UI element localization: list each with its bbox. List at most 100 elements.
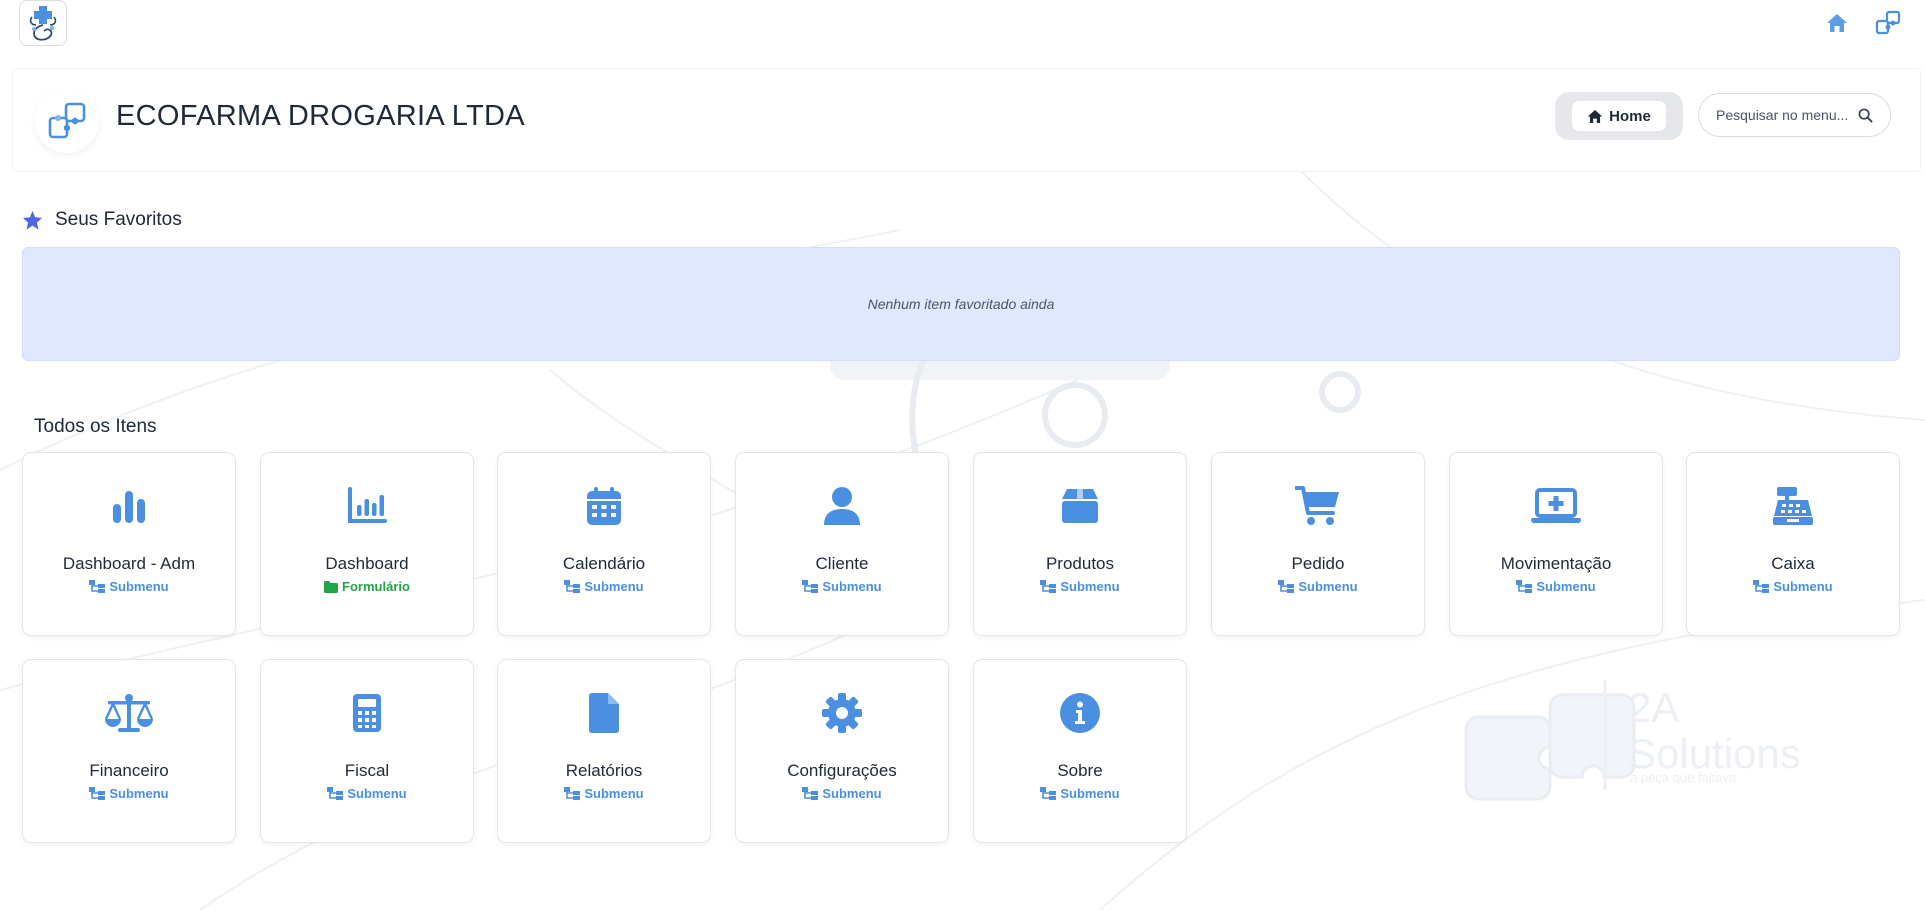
- user-icon: [736, 483, 948, 529]
- card-title: Movimentação: [1500, 554, 1612, 573]
- card-subtitle: Submenu: [974, 786, 1186, 801]
- sitemap-icon: [802, 580, 819, 593]
- puzzle-icon: [35, 89, 99, 153]
- card-type-label: Submenu: [584, 579, 644, 594]
- card-type-label: Submenu: [584, 786, 644, 801]
- card-title: Financeiro: [89, 761, 169, 780]
- card-title: Relatórios: [565, 761, 643, 780]
- home-icon: [1587, 109, 1603, 123]
- watermark-brand: 2A: [1628, 684, 1679, 731]
- sitemap-icon: [1516, 580, 1533, 593]
- menu-card-pedido[interactable]: Pedido Submenu: [1211, 452, 1425, 636]
- puzzle-icon[interactable]: [1875, 10, 1901, 36]
- card-type-label: Submenu: [822, 579, 882, 594]
- menu-card-dashboard-adm[interactable]: Dashboard - Adm Submenu: [22, 452, 236, 636]
- info-icon: [974, 690, 1186, 736]
- card-subtitle: Submenu: [498, 786, 710, 801]
- menu-card-relatorios[interactable]: Relatórios Submenu: [497, 659, 711, 843]
- file-icon: [498, 690, 710, 736]
- scale-icon: [23, 690, 235, 736]
- card-title: Configurações: [787, 761, 897, 780]
- menu-card-movimentacao[interactable]: Movimentação Submenu: [1449, 452, 1663, 636]
- search-input[interactable]: [1714, 106, 1858, 124]
- card-type-label: Submenu: [1536, 579, 1596, 594]
- watermark-brand-sub: Solutions: [1628, 730, 1801, 777]
- card-type-label: Formulário: [342, 579, 410, 594]
- page-title: ECOFARMA DROGARIA LTDA: [116, 100, 525, 132]
- laptop-medical-icon: [1450, 483, 1662, 529]
- card-title: Cliente: [815, 554, 869, 573]
- sitemap-icon: [1040, 787, 1057, 800]
- card-title: Calendário: [562, 554, 646, 573]
- breadcrumb: Home: [1555, 92, 1683, 140]
- calculator-icon: [261, 690, 473, 736]
- search-icon[interactable]: [1858, 108, 1873, 123]
- search-box: [1698, 93, 1891, 137]
- watermark-tagline: a peça que faltava: [1630, 770, 1737, 785]
- cash-register-icon: [1687, 483, 1899, 529]
- folder-icon: [324, 580, 339, 593]
- card-title: Sobre: [1057, 761, 1103, 780]
- sitemap-icon: [89, 580, 106, 593]
- card-title: Produtos: [1045, 554, 1115, 573]
- card-title: Caixa: [1771, 554, 1815, 573]
- calendar-icon: [498, 483, 710, 529]
- card-type-label: Submenu: [1060, 579, 1120, 594]
- card-title: Dashboard - Adm: [62, 554, 196, 573]
- card-subtitle: Submenu: [1450, 579, 1662, 594]
- sitemap-icon: [327, 787, 344, 800]
- card-subtitle: Submenu: [261, 786, 473, 801]
- page-header: ECOFARMA DROGARIA LTDA Home: [12, 68, 1921, 172]
- favorites-title: Seus Favoritos: [55, 209, 182, 230]
- menu-card-fiscal[interactable]: Fiscal Submenu: [260, 659, 474, 843]
- card-subtitle: Submenu: [974, 579, 1186, 594]
- all-items-title: Todos os Itens: [34, 416, 157, 437]
- sitemap-icon: [89, 787, 106, 800]
- box-icon: [974, 483, 1186, 529]
- star-icon: [22, 210, 43, 230]
- favorites-empty-message: Nenhum item favoritado ainda: [867, 296, 1055, 312]
- card-subtitle: Submenu: [1687, 579, 1899, 594]
- menu-card-financeiro[interactable]: Financeiro Submenu: [22, 659, 236, 843]
- sitemap-icon: [1040, 580, 1057, 593]
- cart-icon: [1212, 483, 1424, 529]
- card-subtitle: Submenu: [23, 786, 235, 801]
- card-subtitle: Submenu: [736, 786, 948, 801]
- card-subtitle: Submenu: [736, 579, 948, 594]
- card-type-label: Submenu: [1298, 579, 1358, 594]
- menu-card-cliente[interactable]: Cliente Submenu: [735, 452, 949, 636]
- menu-card-caixa[interactable]: Caixa Submenu: [1686, 452, 1900, 636]
- chart-column-icon: [261, 483, 473, 529]
- home-icon[interactable]: [1824, 10, 1850, 36]
- menu-card-configuracoes[interactable]: Configurações Submenu: [735, 659, 949, 843]
- card-subtitle: Submenu: [498, 579, 710, 594]
- sitemap-icon: [1753, 580, 1770, 593]
- sitemap-icon: [564, 580, 581, 593]
- menu-card-produtos[interactable]: Produtos Submenu: [973, 452, 1187, 636]
- menu-card-dashboard[interactable]: Dashboard Formulário: [260, 452, 474, 636]
- card-title: Pedido: [1291, 554, 1345, 573]
- card-title: Dashboard: [325, 554, 409, 573]
- sitemap-icon: [564, 787, 581, 800]
- card-type-label: Submenu: [822, 786, 882, 801]
- top-bar: [0, 0, 1925, 50]
- menu-card-sobre[interactable]: Sobre Submenu: [973, 659, 1187, 843]
- home-label: Home: [1609, 107, 1651, 125]
- card-type-label: Submenu: [109, 579, 169, 594]
- card-subtitle: Submenu: [1212, 579, 1424, 594]
- favorites-header: Seus Favoritos: [22, 209, 182, 231]
- card-title: Fiscal: [344, 761, 390, 780]
- favorites-panel: Nenhum item favoritado ainda: [22, 247, 1900, 361]
- card-type-label: Submenu: [347, 786, 407, 801]
- card-type-label: Submenu: [1773, 579, 1833, 594]
- card-type-label: Submenu: [109, 786, 169, 801]
- card-type-label: Submenu: [1060, 786, 1120, 801]
- gear-icon: [736, 690, 948, 736]
- sitemap-icon: [802, 787, 819, 800]
- chart-bars-icon: [23, 483, 235, 529]
- pharmacy-logo-icon[interactable]: [19, 0, 67, 46]
- card-subtitle: Submenu: [23, 579, 235, 594]
- menu-card-calendario[interactable]: Calendário Submenu: [497, 452, 711, 636]
- home-breadcrumb-button[interactable]: Home: [1572, 101, 1666, 131]
- card-subtitle: Formulário: [261, 579, 473, 594]
